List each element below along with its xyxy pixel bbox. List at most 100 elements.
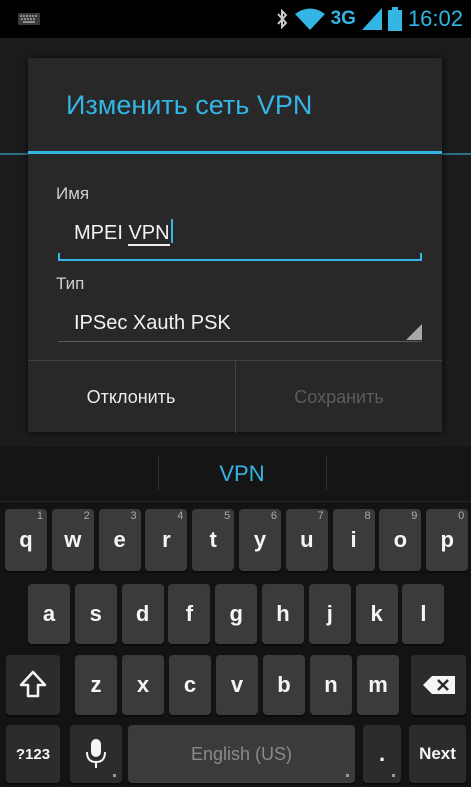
key-o-label: o: [393, 527, 408, 552]
key-a-label: a: [42, 601, 56, 626]
key-j-label: j: [326, 601, 333, 626]
suggestion-word[interactable]: VPN: [158, 446, 326, 501]
key-b[interactable]: b: [263, 655, 305, 715]
key-u[interactable]: u7: [285, 509, 328, 571]
name-value-prefix: MPEI: [74, 222, 129, 244]
symbols-key[interactable]: ?123: [6, 725, 60, 783]
next-label-cut-off: [58, 352, 198, 358]
network-type: 3G: [330, 8, 356, 29]
title-divider: [28, 151, 442, 154]
space-key[interactable]: English (US): [128, 725, 355, 783]
key-y-hint: 6: [270, 510, 277, 522]
type-spinner[interactable]: IPSec Xauth PSK: [74, 312, 231, 335]
key-k[interactable]: k: [355, 584, 398, 644]
space-key-label: English (US): [190, 743, 293, 764]
microphone-icon: [86, 739, 106, 768]
key-y[interactable]: y6: [239, 509, 281, 571]
voice-input-key[interactable]: [70, 725, 122, 783]
wifi-icon: [294, 8, 325, 30]
key-u-label: u: [300, 527, 314, 552]
key-q[interactable]: q1: [5, 509, 47, 571]
key-r-label: r: [162, 527, 171, 552]
shift-icon: [19, 670, 47, 698]
suggestion-strip: VPN: [0, 446, 471, 502]
key-v-label: v: [230, 672, 244, 697]
battery-icon: [387, 7, 402, 31]
field-underline-right-tick: [420, 253, 422, 260]
key-v[interactable]: v: [216, 655, 258, 715]
key-z[interactable]: z: [75, 655, 117, 715]
shift-key[interactable]: [6, 655, 60, 715]
key-b-label: b: [277, 672, 291, 697]
key-g-label: g: [229, 601, 243, 626]
key-o-hint: 9: [411, 510, 418, 522]
keyboard-notification-icon: [18, 13, 40, 25]
dialog-title: Изменить сеть VPN: [66, 90, 313, 120]
key-l[interactable]: l: [402, 584, 445, 644]
key-n[interactable]: n: [310, 655, 352, 715]
bluetooth-icon: [276, 8, 287, 30]
key-z-label: z: [90, 672, 102, 697]
key-a[interactable]: a: [28, 584, 70, 644]
period-key[interactable]: .: [363, 725, 401, 783]
key-m[interactable]: m: [357, 655, 399, 715]
key-q-label: q: [19, 527, 33, 552]
type-spinner-underline: [58, 341, 422, 342]
spinner-arrow-icon: [406, 324, 422, 340]
key-p[interactable]: p0: [426, 509, 469, 571]
key-w[interactable]: w2: [51, 509, 94, 571]
key-f[interactable]: f: [168, 584, 211, 644]
key-d[interactable]: d: [121, 584, 164, 644]
name-label: Имя: [56, 184, 90, 203]
key-t-hint: 5: [224, 510, 231, 522]
suggestion-divider: [326, 456, 327, 490]
type-label: Тип: [56, 274, 85, 293]
backspace-key[interactable]: [411, 655, 466, 715]
long-press-dot: [392, 774, 395, 777]
key-u-hint: 7: [317, 510, 324, 522]
key-s-label: s: [89, 601, 102, 626]
key-h[interactable]: h: [262, 584, 304, 644]
key-o[interactable]: o9: [379, 509, 422, 571]
name-field[interactable]: MPEI VPN: [74, 219, 173, 246]
key-j[interactable]: j: [308, 584, 351, 644]
key-p-hint: 0: [458, 510, 465, 522]
next-key[interactable]: Next: [409, 725, 466, 783]
cancel-button[interactable]: Отклонить: [28, 361, 234, 433]
key-i-hint: 8: [364, 510, 371, 522]
save-button[interactable]: Сохранить: [235, 361, 442, 433]
key-e-label: e: [113, 527, 126, 552]
dialog-buttons: Отклонить Сохранить: [28, 360, 442, 433]
key-x-label: x: [136, 672, 150, 697]
key-n-label: n: [324, 672, 338, 697]
name-field-underline: [58, 259, 422, 261]
key-r[interactable]: r4: [145, 509, 188, 571]
key-f-label: f: [185, 601, 194, 626]
key-t-label: t: [209, 527, 217, 552]
key-d-label: d: [135, 601, 150, 626]
key-i[interactable]: i8: [332, 509, 375, 571]
key-x[interactable]: x: [122, 655, 164, 715]
key-s[interactable]: s: [74, 584, 117, 644]
key-h-label: h: [276, 601, 290, 626]
key-i-label: i: [350, 527, 357, 552]
key-w-label: w: [64, 527, 82, 552]
key-r-hint: 4: [177, 510, 184, 522]
key-c[interactable]: c: [169, 655, 211, 715]
key-e[interactable]: e3: [98, 509, 141, 571]
status-bar: 3G 16:02: [0, 0, 471, 38]
key-e-hint: 3: [130, 510, 137, 522]
name-value-composing: VPN: [128, 222, 170, 246]
clock: 16:02: [407, 6, 463, 31]
long-press-dot: [346, 774, 349, 777]
key-g[interactable]: g: [215, 584, 258, 644]
key-q-hint: 1: [36, 510, 43, 522]
backspace-icon: [422, 676, 455, 694]
key-t[interactable]: t5: [192, 509, 235, 571]
key-m-label: m: [368, 672, 388, 697]
key-p-label: p: [440, 527, 454, 552]
next-key-label: Next: [419, 744, 456, 763]
signal-icon: [361, 8, 382, 30]
key-w-hint: 2: [83, 510, 90, 522]
key-y-label: y: [253, 527, 267, 552]
